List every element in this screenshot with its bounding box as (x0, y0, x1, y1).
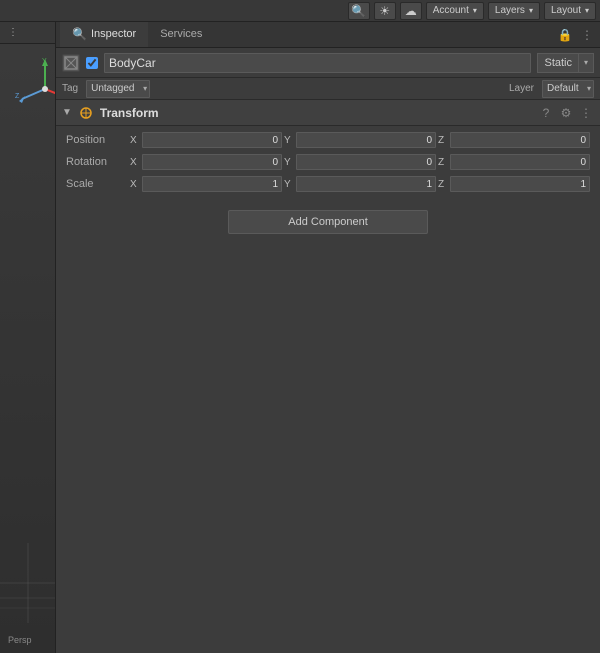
rotation-row: Rotation X Y Z (56, 152, 600, 172)
scale-z-field: Z (438, 176, 590, 192)
tabs-row: 🔍 Inspector Services 🔒 ⋮ (56, 22, 600, 48)
position-y-label: Y (284, 135, 294, 146)
lock-button[interactable]: 🔒 (556, 26, 574, 44)
layout-dropdown-arrow: ▾ (585, 6, 589, 15)
scene-toolbar: ⋮ (0, 22, 55, 44)
tab-inspector[interactable]: 🔍 Inspector (60, 22, 148, 47)
object-icon (62, 54, 80, 72)
position-x-label: X (130, 135, 140, 146)
account-button[interactable]: Account ▾ (426, 2, 484, 20)
layer-select[interactable]: Default (542, 80, 594, 98)
scale-label: Scale (66, 178, 126, 190)
transform-header-right: ? ⚙ ⋮ (538, 105, 594, 121)
position-x-field: X (130, 132, 282, 148)
position-z-input[interactable] (450, 132, 590, 148)
position-label: Position (66, 134, 126, 146)
position-y-field: Y (284, 132, 436, 148)
component-transform-header: ▼ Transform ? ⚙ ⋮ (56, 100, 600, 126)
add-component-label: Add Component (288, 216, 368, 228)
sun-button[interactable]: ☀ (374, 2, 396, 20)
position-row: Position X Y Z (56, 130, 600, 150)
bottom-area (56, 244, 600, 653)
rotation-label: Rotation (66, 156, 126, 168)
static-dropdown-button[interactable]: ▾ (578, 53, 594, 73)
object-name-input[interactable] (104, 53, 531, 73)
object-active-checkbox[interactable] (86, 57, 98, 69)
position-z-field: Z (438, 132, 590, 148)
services-tab-label: Services (160, 28, 202, 40)
inspector-tab-label: Inspector (91, 28, 136, 40)
rotation-y-field: Y (284, 154, 436, 170)
tag-select-wrapper: Untagged (86, 80, 150, 98)
scale-y-label: Y (284, 179, 294, 190)
transform-fields: Position X Y Z (56, 126, 600, 200)
tab-services[interactable]: Services (148, 22, 214, 47)
svg-text:Z: Z (15, 93, 20, 100)
object-header: Static ▾ (56, 48, 600, 78)
layers-label: Layers (495, 5, 525, 16)
rotation-z-label: Z (438, 157, 448, 168)
position-z-label: Z (438, 135, 448, 146)
svg-text:Y: Y (42, 58, 47, 65)
transform-settings-button[interactable]: ⚙ (558, 105, 574, 121)
layout-label: Layout (551, 5, 581, 16)
account-label: Account (433, 5, 469, 16)
rotation-y-input[interactable] (296, 154, 436, 170)
account-dropdown-arrow: ▾ (473, 6, 477, 15)
scale-x-label: X (130, 179, 140, 190)
layers-dropdown-arrow: ▾ (529, 6, 533, 15)
rotation-xyz-group: X Y Z (130, 154, 590, 170)
scale-y-input[interactable] (296, 176, 436, 192)
scene-view: ⋮ Y X (0, 22, 56, 653)
tabs-right: 🔒 ⋮ (556, 22, 596, 47)
scale-x-input[interactable] (142, 176, 282, 192)
transform-help-button[interactable]: ? (538, 105, 554, 121)
inspector-icon: 🔍 (72, 27, 87, 41)
axis-gizmo: Y X Z (10, 54, 55, 124)
rotation-z-field: Z (438, 154, 590, 170)
transform-collapse-arrow[interactable]: ▼ (62, 107, 72, 118)
static-label: Static (537, 53, 578, 73)
rotation-x-field: X (130, 154, 282, 170)
layer-select-wrapper: Default (542, 80, 594, 98)
rotation-x-label: X (130, 157, 140, 168)
rotation-z-input[interactable] (450, 154, 590, 170)
tag-select[interactable]: Untagged (86, 80, 150, 98)
transform-menu-button[interactable]: ⋮ (578, 105, 594, 121)
scale-z-input[interactable] (450, 176, 590, 192)
tabs-menu-button[interactable]: ⋮ (578, 26, 596, 44)
layer-label: Layer (509, 83, 534, 94)
top-toolbar: 🔍 ☀ ☁ Account ▾ Layers ▾ Layout ▾ (0, 0, 600, 22)
transform-icon (78, 105, 94, 121)
add-component-area: Add Component (56, 200, 600, 244)
cloud-button[interactable]: ☁ (400, 2, 422, 20)
scale-z-label: Z (438, 179, 448, 190)
layers-button[interactable]: Layers ▾ (488, 2, 540, 20)
add-component-button[interactable]: Add Component (228, 210, 428, 234)
scale-y-field: Y (284, 176, 436, 192)
tag-layer-row: Tag Untagged Layer Default (56, 78, 600, 100)
main-layout: ⋮ Y X (0, 22, 600, 653)
layout-button[interactable]: Layout ▾ (544, 2, 596, 20)
scene-menu-button[interactable]: ⋮ (4, 25, 22, 41)
position-xyz-group: X Y Z (130, 132, 590, 148)
position-x-input[interactable] (142, 132, 282, 148)
transform-title: Transform (100, 106, 159, 120)
scale-x-field: X (130, 176, 282, 192)
persp-label: Persp (8, 635, 32, 645)
tag-label: Tag (62, 83, 78, 94)
right-panel: 🔍 Inspector Services 🔒 ⋮ (56, 22, 600, 653)
scene-3d: Y X Z Persp (0, 44, 55, 653)
static-dropdown: Static ▾ (537, 53, 594, 73)
scale-row: Scale X Y Z (56, 174, 600, 194)
rotation-y-label: Y (284, 157, 294, 168)
search-button[interactable]: 🔍 (348, 2, 370, 20)
rotation-x-input[interactable] (142, 154, 282, 170)
scale-xyz-group: X Y Z (130, 176, 590, 192)
position-y-input[interactable] (296, 132, 436, 148)
